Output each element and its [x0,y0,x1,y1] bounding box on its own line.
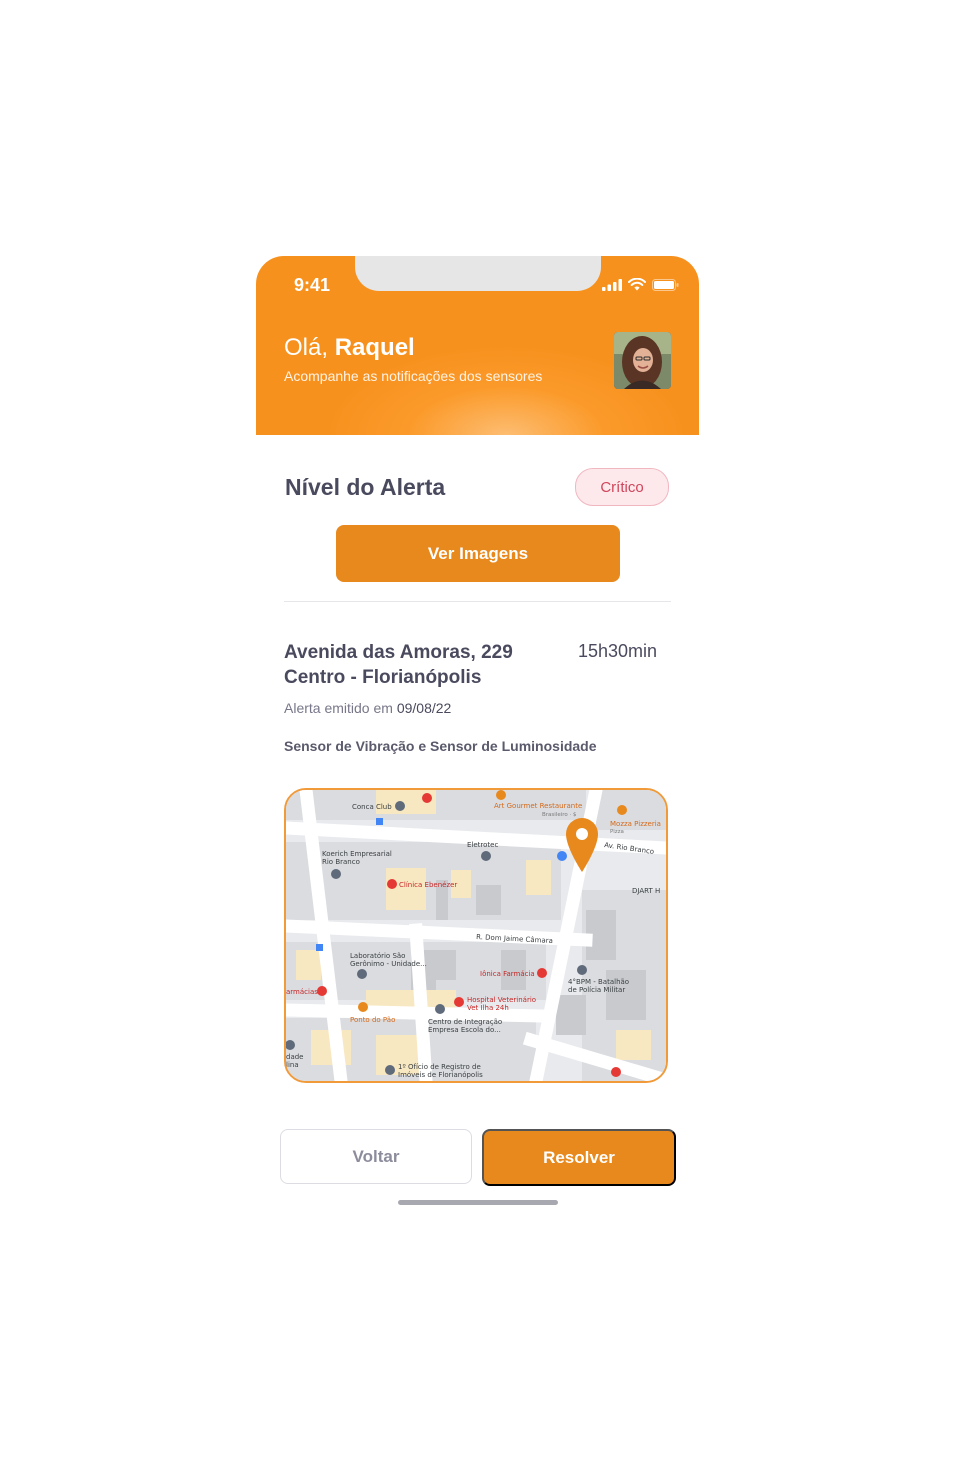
poi-bpm: 4°BPM - Batalhão [568,978,629,986]
poi-hospital-2: Vet Ilha 24h [467,1004,509,1012]
location-map[interactable]: Av. Rio Branco R. Dom Jaime Câmara Conca… [284,788,668,1083]
alert-emitted: Alerta emitido em 09/08/22 [284,700,451,716]
poi-eletrotec: Eletrotec [467,841,498,849]
home-indicator[interactable] [398,1200,558,1205]
poi-centro-integracao: Centro de Integração [428,1018,502,1026]
poi-oficio-2: Imóveis de Florianópolis [398,1071,483,1079]
poi-conca-club: Conca Club [352,803,392,811]
avatar[interactable] [614,332,671,389]
poi-centro-integracao-2: Empresa Escola do... [428,1026,501,1034]
header-subtitle: Acompanhe as notificações dos sensores [284,368,543,384]
alert-time: 15h30min [578,641,658,661]
alert-level-label: Nível do Alerta [285,474,446,500]
poi-clinica: Clínica Ebenézer [399,881,457,889]
greeting-prefix: Olá, [284,334,335,361]
poi-laboratorio: Laboratório São [350,952,405,960]
device-notch [355,256,601,291]
wifi-icon [628,278,646,291]
poi-mozza-sub: Pizza [610,829,624,835]
address-line-2: Centro - Florianópolis [284,667,482,688]
poi-koerich: Koerich Empresarial [322,850,392,858]
divider [284,601,671,602]
cellular-signal-icon [602,279,622,291]
view-images-button[interactable]: Ver Imagens [336,525,620,582]
status-time: 9:41 [294,275,331,295]
poi-art-gourmet-sub: Brasileiro · $ [542,812,577,818]
resolve-button[interactable]: Resolver [482,1129,676,1186]
address-line-1: Avenida das Amoras, 229 [284,642,513,663]
user-name: Raquel [334,334,415,361]
poi-bpm-2: de Polícia Militar [568,986,625,994]
poi-hospital: Hospital Veterinário [467,996,536,1004]
poi-mozza: Mozza Pizzeria [610,820,661,828]
poi-dade-2: lina [286,1061,299,1069]
emitted-prefix: Alerta emitido em [284,700,393,716]
battery-icon [652,279,679,291]
greeting: Olá, Raquel [284,334,415,362]
poi-farmacias: armácias [286,988,318,996]
header: 9:41 Olá, Raquel Acompanhe as notificaçõ… [256,256,699,435]
phone-screen: 9:41 Olá, Raquel Acompanhe as notificaçõ… [256,256,699,1216]
critical-status-badge: Crítico [575,468,669,506]
poi-ponto-do-pao: Ponto do Pão [350,1016,395,1024]
poi-oficio: 1º Ofício de Registro de [398,1063,481,1071]
emitted-date: 09/08/22 [396,700,452,716]
poi-dade: dade [286,1053,303,1061]
poi-djart: DJART H [632,887,660,895]
poi-art-gourmet: Art Gourmet Restaurante [494,802,582,810]
back-button[interactable]: Voltar [280,1129,472,1184]
poi-laboratorio-2: Gerônimo - Unidade... [350,960,427,968]
sensor-types: Sensor de Vibração e Sensor de Luminosid… [284,738,597,754]
poi-ionica: Iônica Farmácia [480,970,535,978]
status-icons [602,278,679,291]
poi-koerich-2: Rio Branco [322,858,360,866]
